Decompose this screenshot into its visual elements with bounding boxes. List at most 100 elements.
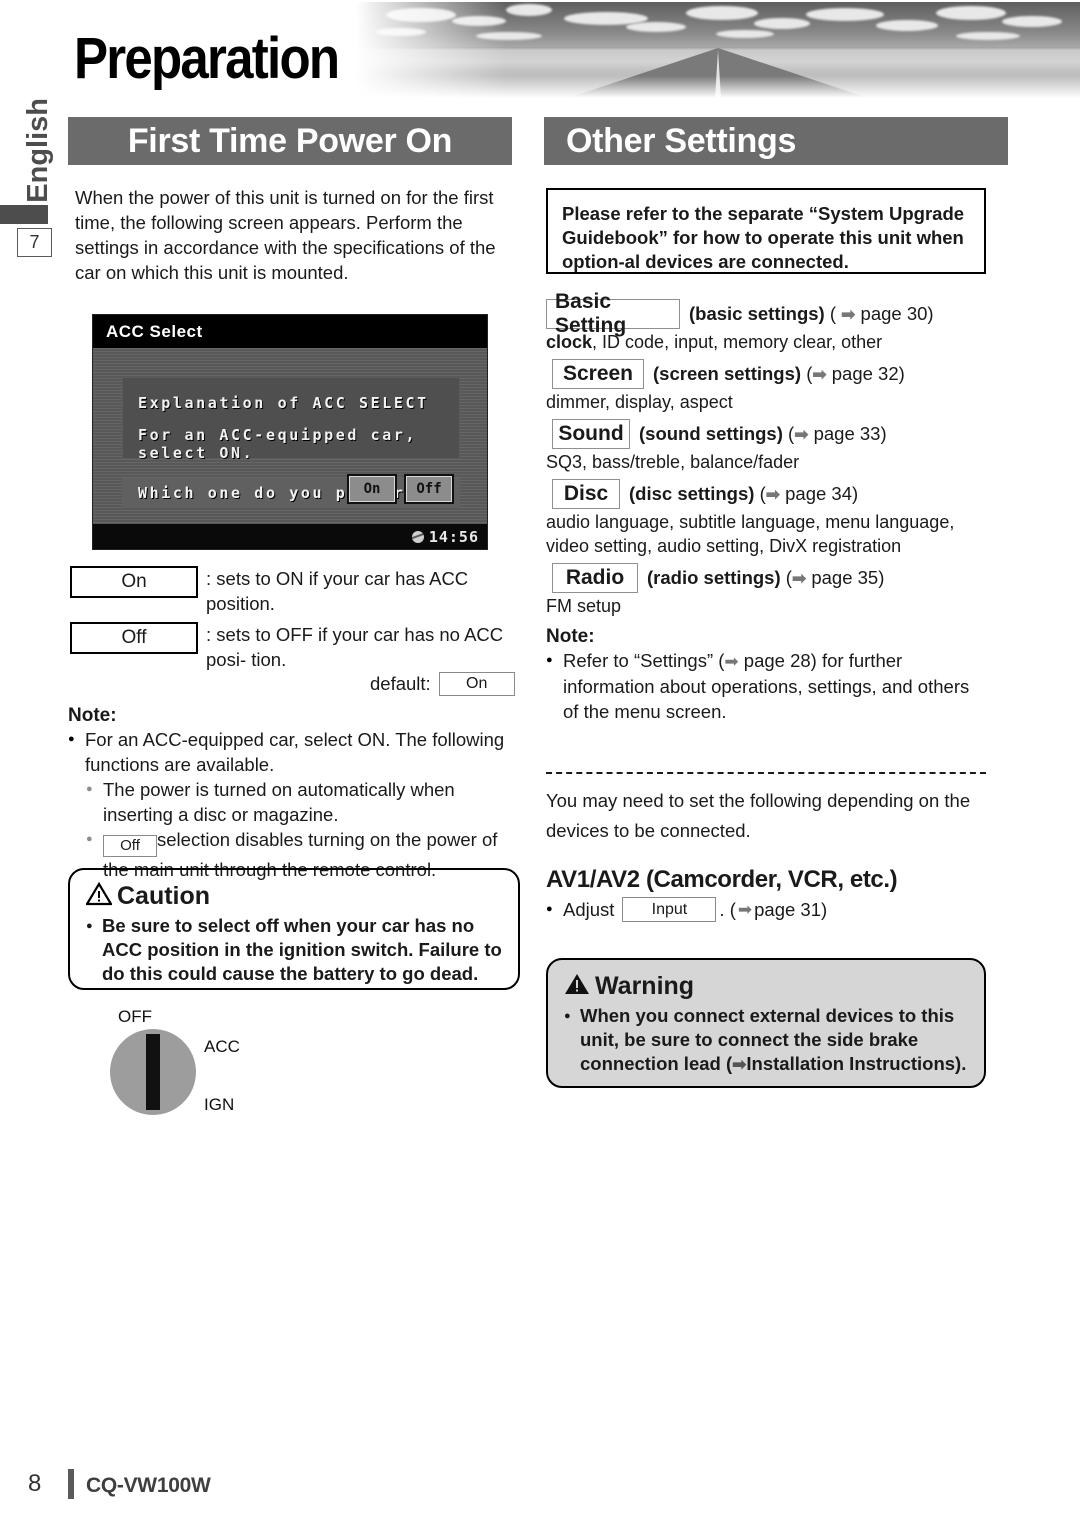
setting-page-basic: page 30) xyxy=(860,303,934,324)
lcd-message-panel: Explanation of ACC SELECT For an ACC-equ… xyxy=(122,377,460,462)
default-label: default: xyxy=(370,673,431,694)
cloud-shape xyxy=(1002,16,1062,27)
note-heading: Note: xyxy=(68,705,117,726)
lcd-clock: 14:56 xyxy=(428,527,479,546)
right-note-item: Refer to “Settings” (➡ page 28) for furt… xyxy=(546,648,986,724)
setting-caption-disc-text: (disc settings) xyxy=(629,483,755,504)
section-header-other-settings: Other Settings xyxy=(544,117,1008,165)
ignition-switch-diagram: OFF ACC IGN xyxy=(96,1007,286,1127)
left-note-block: Note: For an ACC-equipped car, select ON… xyxy=(68,705,520,882)
cloud-shape xyxy=(956,32,1020,40)
setting-caption-screen: (screen settings) (➡ page 32) xyxy=(653,363,905,385)
lcd-title-bar: ACC Select xyxy=(93,315,487,348)
page-title: Preparation xyxy=(74,26,340,91)
dashed-divider xyxy=(546,772,986,774)
option-off-description: : sets to OFF if your car has no ACC pos… xyxy=(206,624,504,670)
setting-page-disc: page 34) xyxy=(785,483,859,504)
option-row-off: Off : sets to OFF if your car has no ACC… xyxy=(70,622,520,672)
chapter-tab-block xyxy=(0,205,48,224)
setting-row-radio: Radio (radio settings) (➡ page 35) xyxy=(546,563,986,593)
av-after-text: . ( xyxy=(719,899,736,920)
caution-panel: Caution Be sure to select off when your … xyxy=(68,868,520,990)
warning-triangle-icon xyxy=(85,881,113,911)
section-header-first-time-power-on: First Time Power On xyxy=(68,117,512,165)
key-basic-setting[interactable]: Basic Setting xyxy=(546,290,680,337)
ignition-label-ign: IGN xyxy=(204,1095,235,1114)
setting-caption-radio-text: (radio settings) xyxy=(647,567,781,588)
setting-row-sound: Sound (sound settings) (➡ page 33) xyxy=(546,419,986,449)
key-off[interactable]: Off xyxy=(70,622,198,654)
cloud-shape xyxy=(716,30,774,38)
language-tab: English xyxy=(22,98,54,203)
cloud-shape xyxy=(806,8,884,21)
setting-caption-disc: (disc settings) (➡ page 34) xyxy=(629,483,858,505)
arrow-right-icon: ➡ xyxy=(812,365,827,384)
av-page-text: page 31) xyxy=(754,899,828,920)
ignition-label-off: OFF xyxy=(118,1007,152,1026)
key-screen[interactable]: Screen xyxy=(552,359,644,389)
setting-sub-disc: audio language, subtitle language, menu … xyxy=(546,512,955,556)
setting-caption-sound-text: (sound settings) xyxy=(639,423,783,444)
footer-model-name: CQ-VW100W xyxy=(86,1474,211,1497)
intro-paragraph: When the power of this unit is turned on… xyxy=(75,187,496,283)
note-item-2: The power is turned on automatically whe… xyxy=(86,777,520,827)
ignition-key-slot xyxy=(146,1034,160,1110)
lcd-message-line-2: For an ACC-equipped car, select ON. xyxy=(138,426,418,462)
arrow-right-icon: ➡ xyxy=(765,485,780,504)
key-sound[interactable]: Sound xyxy=(552,419,630,449)
right-note-text-a: Refer to “Settings” ( xyxy=(563,650,725,671)
setting-row-screen: Screen (screen settings) (➡ page 32) xyxy=(546,359,986,389)
lcd-on-button[interactable]: On xyxy=(347,474,397,504)
connect-paragraph: You may need to set the following depend… xyxy=(546,790,971,841)
setting-caption-screen-text: (screen settings) xyxy=(653,363,802,384)
lcd-off-button[interactable]: Off xyxy=(404,474,454,504)
footer-page-number: 8 xyxy=(28,1470,42,1497)
cloud-shape xyxy=(506,4,552,16)
caution-heading: Caution xyxy=(117,882,211,910)
setting-row-basic: Basic Setting (basic settings) ( ➡ page … xyxy=(546,290,986,337)
setting-caption-basic: (basic settings) ( ➡ page 30) xyxy=(689,303,934,325)
option-on-description: : sets to ON if your car has ACC positio… xyxy=(206,568,469,614)
lcd-screen-image: ACC Select Explanation of ACC SELECT For… xyxy=(92,314,488,550)
av-adjust-row: Adjust Input . ( ➡ page 31) xyxy=(546,897,1003,922)
key-radio[interactable]: Radio xyxy=(552,563,638,593)
setting-sub-basic-bold: clock xyxy=(546,332,593,352)
lcd-status-bar: 14:56 xyxy=(93,524,487,549)
paren-open: ( xyxy=(829,303,837,324)
setting-page-sound: page 33) xyxy=(813,423,887,444)
lcd-message-line-1: Explanation of ACC SELECT xyxy=(138,394,429,412)
disc-icon xyxy=(411,530,424,543)
warning-triangle-filled-icon xyxy=(564,972,590,1001)
warning-body: When you connect external devices to thi… xyxy=(564,1004,968,1077)
setting-sub-radio: FM setup xyxy=(546,596,622,616)
setting-sub-basic: clock, ID code, input, memory clear, oth… xyxy=(546,330,986,354)
caution-body: Be sure to select off when your car has … xyxy=(86,914,502,986)
key-input[interactable]: Input xyxy=(622,897,717,922)
chapter-number: 7 xyxy=(17,228,52,257)
arrow-right-icon: ➡ xyxy=(732,1055,747,1074)
setting-sub-screen: dimmer, display, aspect xyxy=(546,392,733,412)
cloud-shape xyxy=(626,22,686,32)
settings-list: Basic Setting (basic settings) ( ➡ page … xyxy=(546,290,986,618)
key-on[interactable]: On xyxy=(70,566,198,598)
option-row-on: On : sets to ON if your car has ACC posi… xyxy=(70,566,520,616)
setting-page-screen: page 32) xyxy=(831,363,905,384)
default-value: On xyxy=(438,672,515,696)
right-note-block: Note: Refer to “Settings” (➡ page 28) fo… xyxy=(546,626,986,724)
arrow-right-icon: ➡ xyxy=(794,425,809,444)
cloud-shape xyxy=(936,6,1006,20)
key-disc[interactable]: Disc xyxy=(552,479,620,509)
default-row: default: On xyxy=(370,672,515,696)
cloud-shape xyxy=(876,20,938,31)
setting-sub-sound: SQ3, bass/treble, balance/fader xyxy=(546,452,800,472)
setting-sub-basic-text: , ID code, input, memory clear, other xyxy=(592,332,883,352)
arrow-right-icon: ➡ xyxy=(791,569,807,588)
key-off-inline[interactable]: Off xyxy=(103,834,157,857)
system-upgrade-refbox: Please refer to the separate “System Upg… xyxy=(546,188,986,274)
av-section-heading: AV1/AV2 (Camcorder, VCR, etc.) xyxy=(546,866,898,893)
warning-heading-row: Warning xyxy=(564,972,968,1001)
ignition-label-acc: ACC xyxy=(204,1037,240,1056)
warning-body-b: Installation Instructions). xyxy=(746,1053,967,1074)
setting-row-disc: Disc (disc settings) (➡ page 34) xyxy=(546,479,986,509)
footer-divider xyxy=(68,1469,74,1499)
